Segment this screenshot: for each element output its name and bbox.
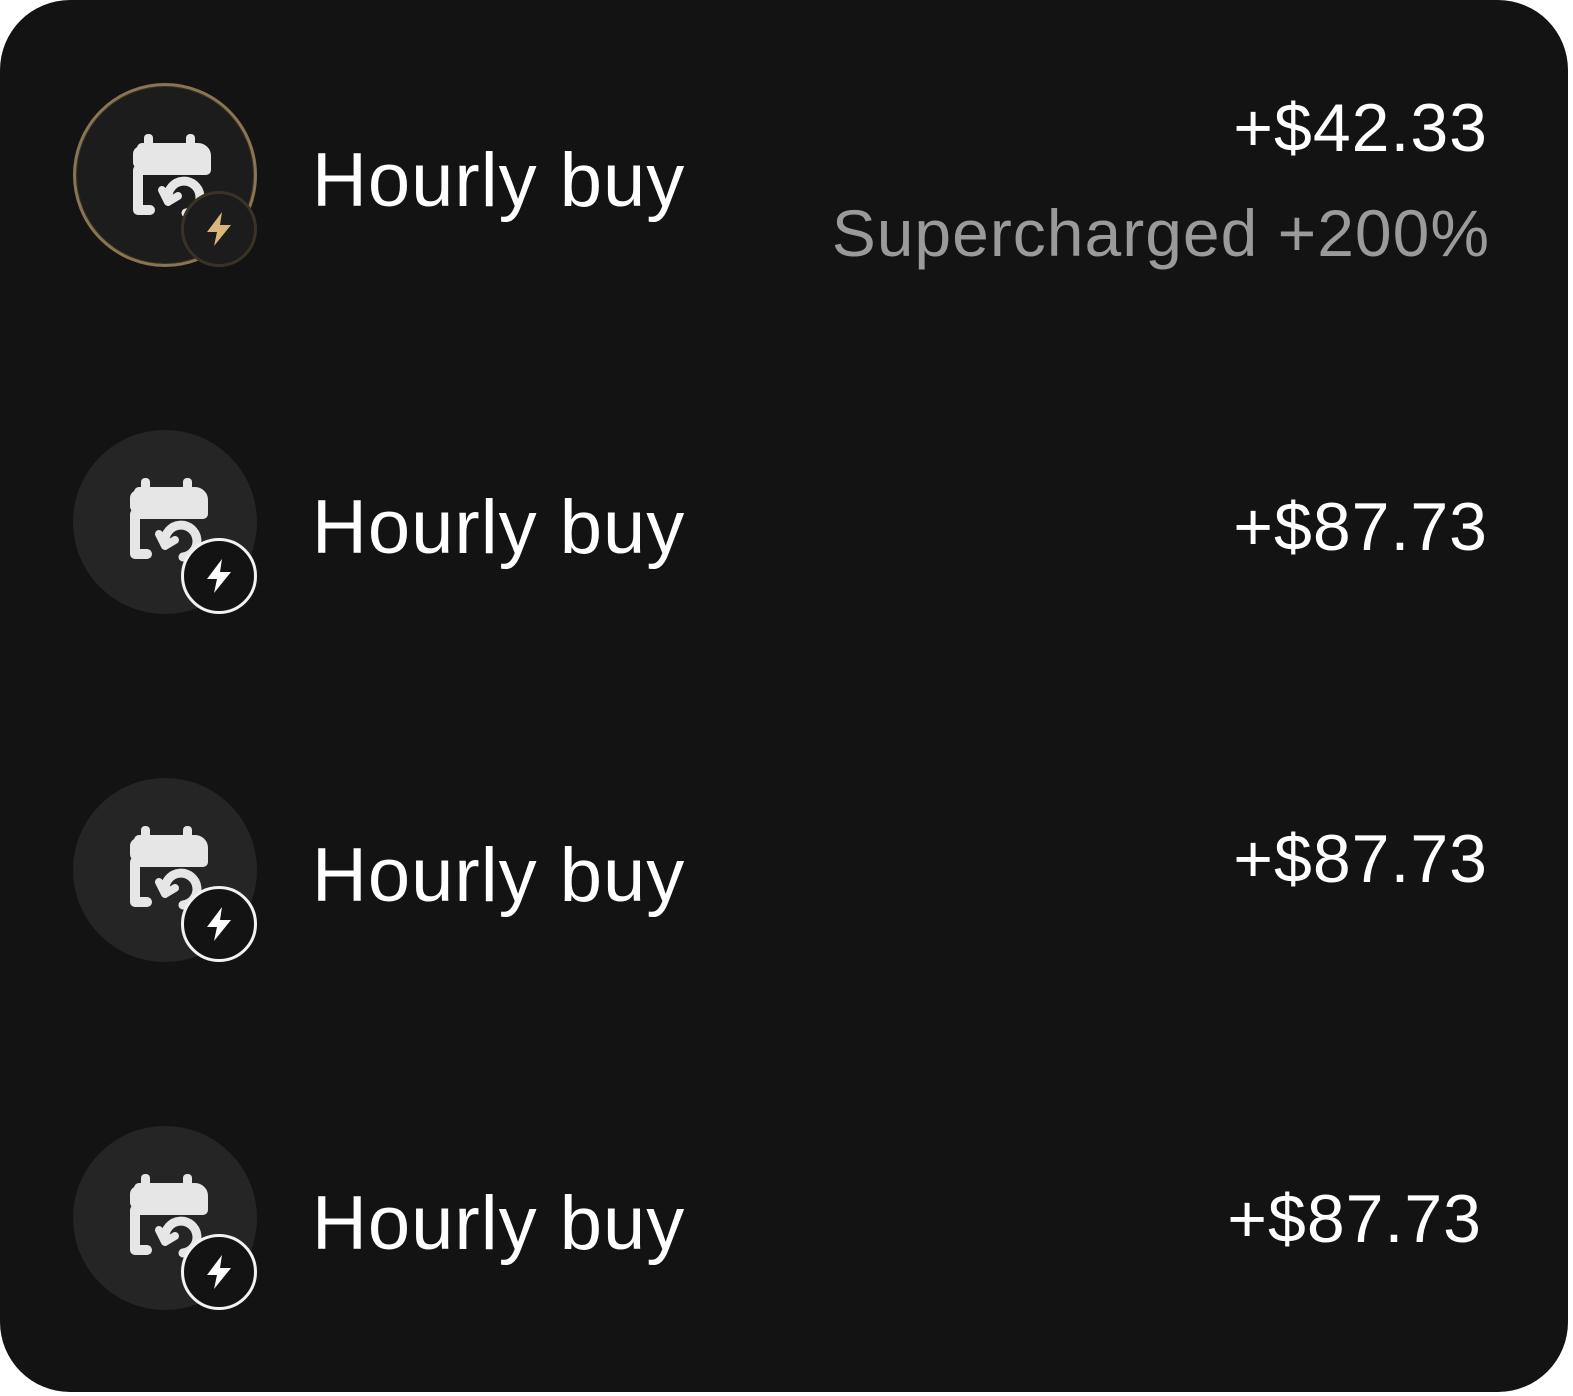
transaction-row[interactable]: Hourly buy +$42.33 Supercharged +200% <box>0 55 1568 295</box>
supercharge-badge <box>181 1234 257 1310</box>
supercharge-badge <box>181 538 257 614</box>
transaction-row[interactable]: Hourly buy +$87.73 <box>0 402 1568 642</box>
transaction-title: Hourly buy <box>312 1181 686 1266</box>
lightning-bolt-icon <box>207 1255 231 1289</box>
lightning-bolt-icon <box>207 212 231 246</box>
transaction-title: Hourly buy <box>312 138 686 223</box>
transaction-amount: +$42.33 <box>1233 90 1488 166</box>
transaction-row[interactable]: Hourly buy +$87.73 <box>0 1098 1568 1338</box>
transaction-amount: +$87.73 <box>1227 1181 1482 1257</box>
supercharge-badge <box>181 191 257 267</box>
transactions-card: Hourly buy +$42.33 Supercharged +200% Ho… <box>0 0 1568 1392</box>
lightning-bolt-icon <box>207 559 231 593</box>
transaction-amount: +$87.73 <box>1233 821 1488 897</box>
transaction-title: Hourly buy <box>312 485 686 570</box>
transaction-title: Hourly buy <box>312 833 686 918</box>
lightning-bolt-icon <box>207 907 231 941</box>
transaction-note: Supercharged +200% <box>831 196 1490 270</box>
supercharge-badge <box>181 886 257 962</box>
transaction-row[interactable]: Hourly buy +$87.73 <box>0 750 1568 990</box>
transaction-amount: +$87.73 <box>1233 489 1488 565</box>
